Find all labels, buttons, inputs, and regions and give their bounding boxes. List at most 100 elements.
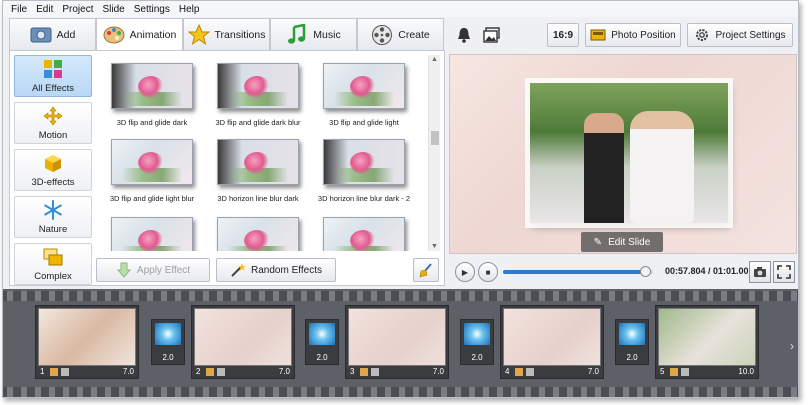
apply-effect-label: Apply Effect: [136, 264, 191, 276]
timeline-slide[interactable]: 1 7.0: [35, 305, 139, 379]
category-list: All Effects Motion 3D-effects Nature Com…: [14, 55, 94, 290]
tab-transitions[interactable]: Transitions: [183, 18, 270, 50]
film-strip-top: [3, 291, 798, 301]
transition-thumbnail: [309, 323, 335, 345]
menu-slide[interactable]: Slide: [102, 4, 124, 15]
scroll-down-icon[interactable]: ▼: [431, 243, 438, 250]
clear-effect-button[interactable]: [413, 258, 439, 282]
effect-item[interactable]: [102, 217, 202, 251]
edit-slide-button[interactable]: ✎ Edit Slide: [581, 232, 663, 252]
effects-scrollbar[interactable]: ▲ ▼: [428, 55, 440, 251]
progress-fill: [503, 270, 646, 274]
effect-item[interactable]: 3D horizon line blur dark: [208, 139, 308, 203]
timeline-slide[interactable]: 5 10.0: [655, 305, 759, 379]
effect-thumbnail: [323, 139, 405, 185]
tab-create[interactable]: Create: [357, 18, 444, 50]
effect-item[interactable]: 3D flip and glide light: [314, 63, 414, 127]
sound-icon[interactable]: [217, 367, 226, 376]
bell-icon[interactable]: [455, 26, 473, 44]
effect-thumbnail: [217, 139, 299, 185]
transition-thumbnail: [619, 323, 645, 345]
transition-duration: 2.0: [162, 353, 174, 362]
magic-wand-icon: [231, 263, 247, 277]
effect-item[interactable]: 3D horizon line blur dark - 2: [314, 139, 414, 203]
effects-panel: All Effects Motion 3D-effects Nature Com…: [9, 50, 445, 286]
slide-thumbnail: [348, 308, 446, 366]
snowflake-icon: [44, 200, 62, 220]
transition-thumbnail: [464, 323, 490, 345]
tab-add-label: Add: [56, 28, 76, 41]
timeline-slide[interactable]: 2 7.0: [191, 305, 295, 379]
menu-project[interactable]: Project: [62, 4, 93, 15]
stop-button[interactable]: ■: [478, 262, 498, 282]
cube-icon: [45, 155, 61, 172]
project-settings-button[interactable]: Project Settings: [687, 23, 793, 47]
edit-icon[interactable]: [515, 367, 524, 376]
menu-settings[interactable]: Settings: [134, 4, 170, 15]
category-motion[interactable]: Motion: [14, 102, 92, 144]
tab-animation[interactable]: Animation: [96, 18, 183, 51]
category-complex[interactable]: Complex: [14, 243, 92, 285]
effect-thumbnail: [323, 217, 405, 251]
effect-item[interactable]: 3D flip and glide light blur: [102, 139, 202, 203]
camera-icon: [754, 267, 766, 277]
category-label: Motion: [38, 130, 68, 141]
sound-icon[interactable]: [526, 367, 535, 376]
effect-thumbnail: [323, 63, 405, 109]
menu-file[interactable]: File: [11, 4, 27, 15]
category-all-effects[interactable]: All Effects: [14, 55, 92, 97]
apply-effect-button[interactable]: Apply Effect: [96, 258, 210, 282]
slide-thumbnail: [38, 308, 136, 366]
slide-thumbnail: [194, 308, 292, 366]
play-button[interactable]: ▶: [455, 262, 475, 282]
edit-icon[interactable]: [206, 367, 215, 376]
category-3d-effects[interactable]: 3D-effects: [14, 149, 92, 191]
sound-icon[interactable]: [681, 367, 690, 376]
fullscreen-button[interactable]: [773, 261, 795, 283]
slide-duration: 7.0: [122, 367, 134, 376]
timeline-slide[interactable]: 3 7.0: [345, 305, 449, 379]
timeline-transition[interactable]: 2.0: [460, 319, 494, 365]
all-effects-icon: [44, 60, 62, 78]
progress-knob[interactable]: [640, 266, 652, 277]
effect-item[interactable]: [314, 217, 414, 251]
slide-number: 1: [40, 367, 45, 376]
slide-timeline[interactable]: 1 7.0 2.0 2 7.0 2.0 3 7.0 2.0 4 7.0 2.0 …: [3, 289, 798, 397]
slide-preview[interactable]: [449, 54, 797, 254]
category-nature[interactable]: Nature: [14, 196, 92, 238]
scroll-up-icon[interactable]: ▲: [431, 56, 438, 63]
slide-duration: 7.0: [587, 367, 599, 376]
timeline-transition[interactable]: 2.0: [151, 319, 185, 365]
gear-icon: [696, 29, 709, 41]
stop-icon: ■: [485, 267, 491, 277]
timeline-slide[interactable]: 4 7.0: [500, 305, 604, 379]
random-effects-button[interactable]: Random Effects: [216, 258, 336, 282]
effect-item[interactable]: 3D flip and glide dark blur: [208, 63, 308, 127]
project-settings-label: Project Settings: [715, 29, 786, 41]
edit-icon[interactable]: [50, 367, 59, 376]
edit-icon[interactable]: [360, 367, 369, 376]
menu-edit[interactable]: Edit: [36, 4, 53, 15]
timeline-transition[interactable]: 2.0: [305, 319, 339, 365]
tab-music[interactable]: Music: [270, 18, 357, 50]
menu-help[interactable]: Help: [179, 4, 200, 15]
effect-thumbnail: [111, 217, 193, 251]
timeline-transition[interactable]: 2.0: [615, 319, 649, 365]
sound-icon[interactable]: [371, 367, 380, 376]
tab-add[interactable]: Add: [9, 18, 96, 50]
effect-item[interactable]: [208, 217, 308, 251]
snapshot-button[interactable]: [749, 261, 771, 283]
edit-icon[interactable]: [670, 367, 679, 376]
playback-progress[interactable]: [503, 266, 653, 277]
playback-time: 00:57.804 / 01:01.000: [665, 266, 754, 276]
slide-footer: 2 7.0: [192, 365, 294, 378]
effect-item[interactable]: 3D flip and glide dark: [102, 63, 202, 127]
star-icon: [187, 23, 210, 46]
slide-footer: 1 7.0: [36, 365, 138, 378]
aspect-ratio-button[interactable]: 16:9: [547, 23, 579, 47]
photo-position-button[interactable]: Photo Position: [585, 23, 681, 47]
sound-icon[interactable]: [61, 367, 70, 376]
scroll-thumb[interactable]: [431, 131, 439, 145]
scroll-right-icon[interactable]: ›: [790, 339, 794, 353]
image-gallery-icon[interactable]: [483, 26, 501, 44]
